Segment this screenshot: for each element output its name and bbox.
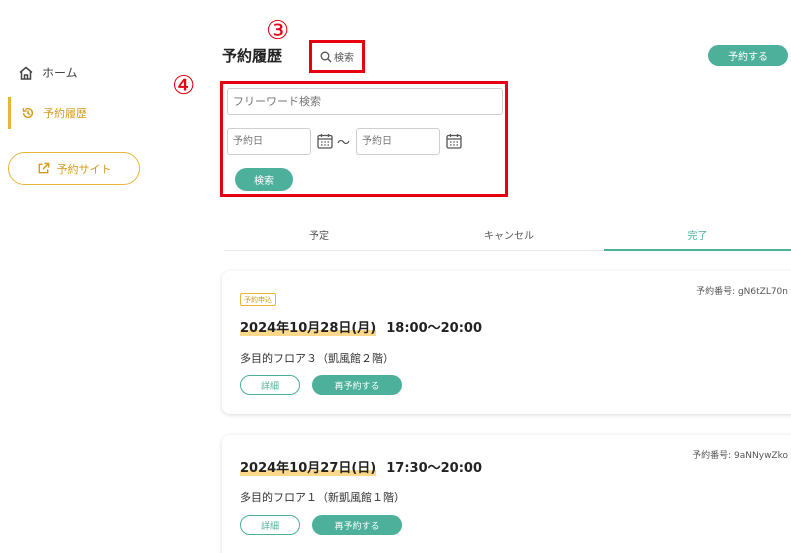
search-toggle-button[interactable]: 検索 — [309, 40, 365, 73]
reservation-time: 17:30～20:00 — [386, 461, 483, 476]
reservation-datetime: 2024年10月28日(月) 18:00～20:00 — [240, 317, 482, 336]
calendar-icon[interactable] — [316, 132, 334, 150]
tab-planned[interactable]: 予定 — [224, 219, 414, 250]
sidebar-item-home-label: ホーム — [42, 66, 78, 80]
page-title: 予約履歴 — [222, 47, 283, 65]
date-to-input[interactable] — [356, 128, 440, 155]
rebook-button[interactable]: 再予約する — [312, 375, 402, 395]
reservation-datetime: 2024年10月27日(日) 17:30～20:00 — [240, 457, 482, 476]
reservation-card: 予約番号: gN6tZL70n 予約申込 2024年10月28日(月) 18:00… — [222, 271, 791, 414]
sidebar-item-home[interactable]: ホーム — [18, 64, 78, 81]
external-link-icon — [38, 162, 49, 174]
annotation-marker-3: ③ — [266, 16, 290, 46]
reservation-site-label: 予約サイト — [56, 162, 112, 176]
reserve-button[interactable]: 予約する — [708, 45, 788, 66]
tab-completed[interactable]: 完了 — [604, 219, 791, 251]
annotation-marker-4: ④ — [172, 71, 196, 101]
reservation-card: 予約番号: 9aNNywZko 2024年10月27日(日) 17:30～20:0… — [222, 435, 791, 553]
reservation-number: 予約番号: 9aNNywZko — [692, 451, 788, 461]
freeword-search-input[interactable] — [227, 88, 503, 115]
date-range-separator: ～ — [337, 136, 351, 151]
rebook-button[interactable]: 再予約する — [312, 515, 402, 535]
history-icon — [22, 107, 34, 119]
search-toggle-label: 検索 — [334, 53, 354, 64]
reservation-venue: 多目的フロア１（新凱風館１階） — [240, 491, 405, 504]
tab-cancelled[interactable]: キャンセル — [414, 219, 604, 250]
search-submit-button[interactable]: 検索 — [235, 168, 293, 191]
reservation-site-button[interactable]: 予約サイト — [8, 152, 140, 185]
sidebar-item-history-label: 予約履歴 — [43, 107, 87, 120]
sidebar-item-history[interactable]: 予約履歴 — [8, 97, 87, 129]
detail-button[interactable]: 詳細 — [240, 515, 300, 535]
search-icon — [320, 51, 332, 62]
status-badge: 予約申込 — [240, 293, 276, 306]
reservation-time: 18:00～20:00 — [386, 321, 483, 336]
home-icon — [19, 66, 33, 80]
reservation-date: 2024年10月27日(日) — [240, 461, 377, 476]
status-tabs: 予定 キャンセル 完了 — [224, 219, 791, 251]
reservation-number: 予約番号: gN6tZL70n — [696, 287, 788, 297]
search-panel: ～ 検索 — [220, 81, 508, 197]
calendar-icon[interactable] — [445, 132, 463, 150]
detail-button[interactable]: 詳細 — [240, 375, 300, 395]
reservation-date: 2024年10月28日(月) — [240, 321, 377, 336]
date-from-input[interactable] — [227, 128, 311, 155]
reservation-venue: 多目的フロア３（凱風館２階） — [240, 352, 394, 365]
